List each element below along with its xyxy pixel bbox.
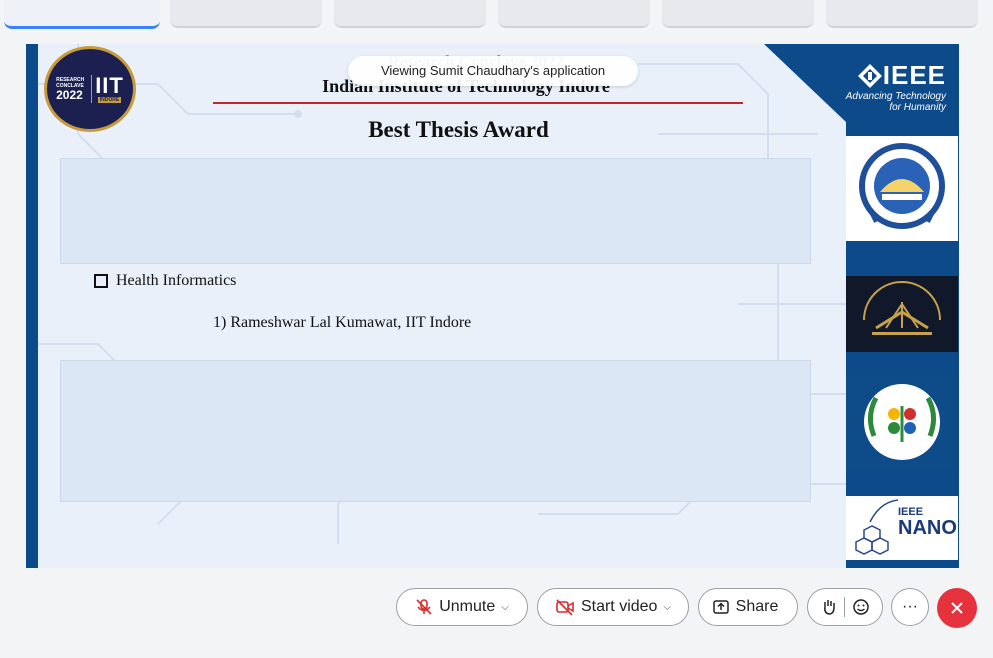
ieee-tagline-line2: for Humanity — [889, 102, 946, 113]
content-block-top — [60, 158, 811, 264]
logo-iit: IIT — [95, 73, 124, 98]
ieee-logo: IEEE Advancing Technology for Humanity — [836, 60, 946, 113]
meeting-toolbar: Unmute ⌵ Start video ⌵ Share ··· — [0, 576, 993, 638]
tab-6[interactable] — [826, 0, 978, 28]
student-gymkhana-icon — [864, 384, 940, 460]
tab-5[interactable] — [662, 0, 814, 28]
slide-left-bar — [26, 44, 38, 568]
title-underline — [213, 102, 743, 104]
microphone-muted-icon — [416, 599, 432, 615]
ieee-tagline-line1: Advancing Technology — [845, 91, 946, 102]
start-video-button[interactable]: Start video ⌵ — [537, 588, 689, 626]
share-label: Share — [735, 598, 779, 615]
tab-2[interactable] — [170, 0, 322, 28]
ieee-nano-logo-panel: IEEE NANO — [846, 496, 958, 560]
award-title: Best Thesis Award — [368, 117, 549, 142]
emoji-reaction-icon[interactable] — [852, 598, 870, 616]
share-screen-icon — [712, 600, 729, 614]
chevron-down-icon[interactable]: ⌵ — [663, 602, 671, 613]
raise-hand-icon[interactable] — [821, 598, 837, 616]
iit-indore-seal-icon — [859, 143, 945, 229]
reactions-button-group — [807, 588, 883, 626]
academic-council-logo-panel — [846, 276, 958, 352]
unmute-button[interactable]: Unmute ⌵ — [396, 588, 528, 626]
end-call-button[interactable] — [937, 588, 977, 628]
more-options-icon: ··· — [902, 598, 918, 615]
camera-off-icon — [556, 599, 574, 616]
unmute-label: Unmute — [439, 598, 496, 615]
tab-strip — [0, 0, 993, 34]
logo-indore: INDORE — [97, 97, 122, 103]
winner-entry: 1) Rameshwar Lal Kumawat, IIT Indore — [213, 314, 472, 331]
tab-3[interactable] — [334, 0, 486, 28]
viewing-banner: Viewing Sumit Chaudhary's application — [348, 56, 638, 86]
close-icon — [951, 602, 963, 614]
nano-wordmark: NANO — [898, 517, 957, 539]
logo-divider — [91, 75, 93, 103]
share-button[interactable]: Share — [698, 588, 798, 626]
iit-indore-seal-panel — [846, 136, 958, 241]
nano-hexagon-icon — [855, 499, 899, 555]
checkbox-bullet-icon — [94, 274, 108, 288]
research-conclave-logo: RESEARCH CONCLAVE 2022 IIT INDORE — [44, 46, 136, 132]
tab-1[interactable] — [4, 0, 160, 29]
ieee-diamond-icon — [857, 63, 882, 88]
more-options-button[interactable]: ··· — [891, 588, 929, 626]
chevron-down-icon[interactable]: ⌵ — [501, 602, 509, 613]
academic-council-icon — [863, 281, 941, 335]
start-video-label: Start video — [580, 598, 658, 615]
reactions-divider — [843, 597, 845, 617]
category-item: Health Informatics — [94, 272, 236, 290]
tab-4[interactable] — [498, 0, 650, 28]
student-gymkhana-logo-panel — [846, 376, 958, 470]
logo-year: 2022 — [56, 87, 83, 102]
category-label: Health Informatics — [116, 272, 237, 289]
shared-screen: RESEARCH CONCLAVE 2022 IIT INDORE Resear… — [26, 44, 959, 568]
content-block-bottom — [60, 360, 811, 502]
ieee-wordmark: IEEE — [882, 60, 946, 90]
